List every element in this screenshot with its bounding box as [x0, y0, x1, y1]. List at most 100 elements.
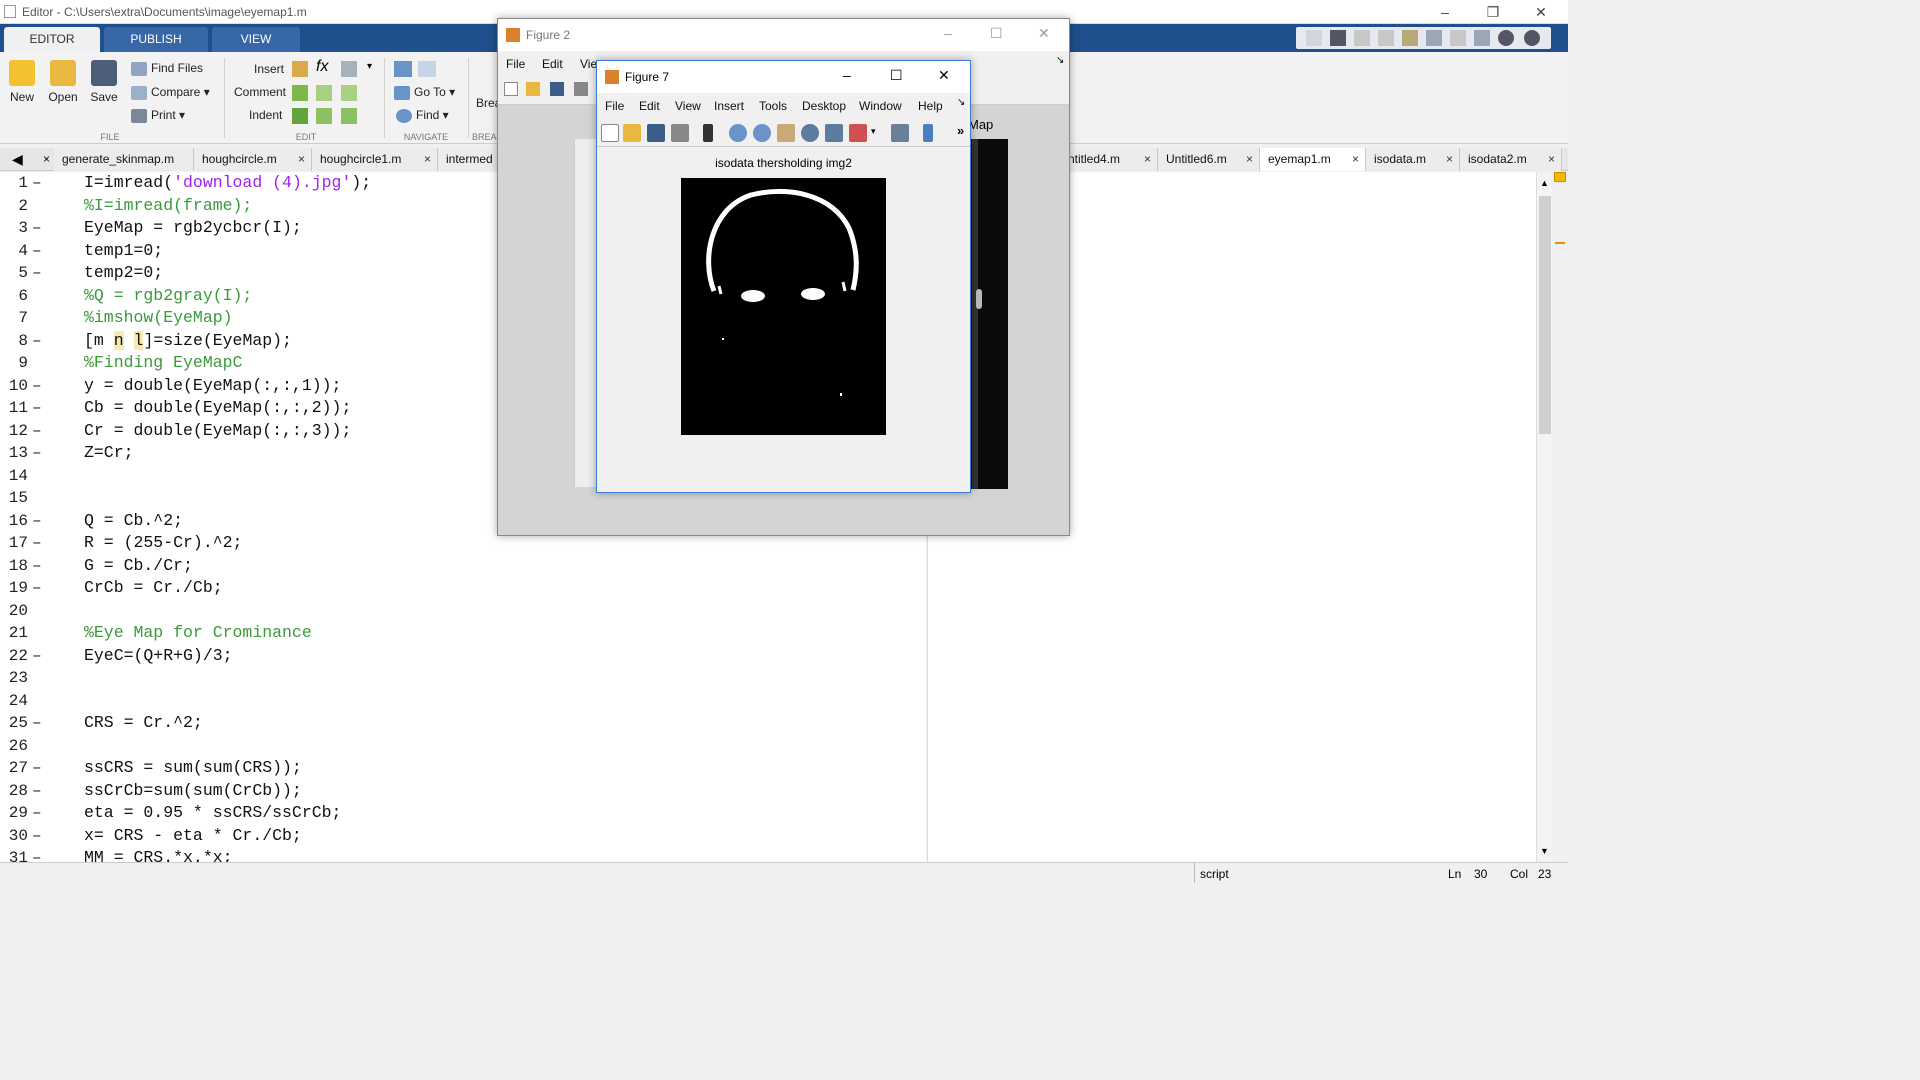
- restore-button[interactable]: ❐: [1470, 0, 1516, 24]
- breakpoint-dash[interactable]: –: [32, 849, 42, 862]
- help-icon[interactable]: [1498, 30, 1514, 46]
- insert-section-icon[interactable]: [292, 61, 308, 77]
- back-arrow-icon[interactable]: [394, 61, 412, 77]
- fx-icon[interactable]: fx: [316, 58, 328, 76]
- warning-marker[interactable]: [1555, 242, 1565, 244]
- line-number[interactable]: 30–: [0, 827, 44, 845]
- scroll-up-icon[interactable]: ▲: [1540, 178, 1549, 188]
- vertical-scrollbar[interactable]: ▲ ▼: [1536, 172, 1552, 862]
- link-plot-icon[interactable]: [891, 124, 909, 142]
- tab-view[interactable]: VIEW: [212, 27, 300, 52]
- menu-tools[interactable]: Tools: [759, 99, 787, 113]
- breakpoint-dash[interactable]: –: [32, 804, 42, 822]
- line-number[interactable]: 19–: [0, 579, 44, 597]
- line-number[interactable]: 11–: [0, 399, 44, 417]
- line-number[interactable]: 23: [0, 669, 44, 687]
- file-tab[interactable]: intermed: [438, 148, 498, 171]
- code-line[interactable]: x= CRS - eta * Cr./Cb;: [84, 826, 302, 845]
- print-button[interactable]: Print ▾: [131, 108, 185, 123]
- maximize-icon[interactable]: ☐: [890, 67, 903, 84]
- colorbar-icon[interactable]: [923, 124, 933, 142]
- breakpoint-dash[interactable]: –: [32, 399, 42, 417]
- cut-icon[interactable]: [1354, 30, 1370, 46]
- menu-file[interactable]: File: [605, 99, 624, 113]
- close-tab-icon[interactable]: ×: [424, 148, 431, 171]
- breakpoint-dash[interactable]: –: [32, 557, 42, 575]
- save-icon[interactable]: [550, 82, 564, 96]
- tab-editor[interactable]: EDITOR: [4, 27, 100, 52]
- find-files-button[interactable]: Find Files: [131, 61, 203, 76]
- decrease-indent-icon[interactable]: [316, 108, 332, 124]
- dock-arrow-icon[interactable]: ↘: [1056, 55, 1064, 66]
- menu-desktop[interactable]: Desktop: [802, 99, 846, 113]
- close-icon[interactable]: ✕: [1038, 25, 1050, 42]
- breakpoint-dash[interactable]: –: [32, 332, 42, 350]
- open-button[interactable]: Open: [43, 60, 83, 104]
- line-number[interactable]: 31–: [0, 849, 44, 862]
- go-to-button[interactable]: Go To ▾: [394, 85, 455, 100]
- new-figure-icon[interactable]: [601, 124, 619, 142]
- close-icon[interactable]: ✕: [938, 67, 950, 84]
- open-icon[interactable]: [526, 82, 540, 96]
- close-button[interactable]: ✕: [1518, 0, 1564, 24]
- line-number[interactable]: 6: [0, 287, 44, 305]
- data-cursor-icon[interactable]: [825, 124, 843, 142]
- line-number[interactable]: 13–: [0, 444, 44, 462]
- code-line[interactable]: I=imread('download (4).jpg');: [84, 173, 371, 192]
- code-line[interactable]: G = Cb./Cr;: [84, 556, 193, 575]
- menu-help[interactable]: Help: [918, 99, 943, 113]
- insert-function-icon[interactable]: [341, 61, 357, 77]
- menu-edit[interactable]: Edit: [639, 99, 660, 113]
- save-icon[interactable]: [1330, 30, 1346, 46]
- scroll-tabs-left-icon[interactable]: ◀: [12, 151, 23, 168]
- switch-windows-icon[interactable]: [1474, 30, 1490, 46]
- code-line[interactable]: Q = Cb.^2;: [84, 511, 183, 530]
- line-number[interactable]: 2: [0, 197, 44, 215]
- menu-insert[interactable]: Insert: [714, 99, 744, 113]
- close-tab-icon[interactable]: ×: [1246, 148, 1253, 171]
- breakpoint-dash[interactable]: –: [32, 174, 42, 192]
- line-number[interactable]: 22–: [0, 647, 44, 665]
- file-tab[interactable]: Untitled6.m ×: [1158, 148, 1260, 171]
- brush-icon[interactable]: [849, 124, 867, 142]
- copy-icon[interactable]: [1378, 30, 1394, 46]
- line-number[interactable]: 27–: [0, 759, 44, 777]
- indent-button[interactable]: Indent: [249, 108, 282, 122]
- line-number[interactable]: 1–: [0, 174, 44, 192]
- compare-button[interactable]: Compare ▾: [131, 85, 210, 100]
- toolbar-overflow-icon[interactable]: »: [957, 123, 964, 138]
- chevron-down-icon[interactable]: ▾: [367, 61, 372, 72]
- figure-2-titlebar[interactable]: Figure 2 – ☐ ✕: [498, 19, 1069, 51]
- breakpoint-dash[interactable]: –: [32, 827, 42, 845]
- smart-indent-icon[interactable]: [292, 108, 308, 124]
- code-line[interactable]: temp1=0;: [84, 241, 163, 260]
- increase-indent-icon[interactable]: [341, 108, 357, 124]
- minimize-icon[interactable]: –: [843, 67, 851, 83]
- wrap-comment-icon[interactable]: [341, 85, 357, 101]
- comment-button[interactable]: Comment: [234, 85, 286, 99]
- close-tab-icon[interactable]: ×: [1548, 148, 1555, 171]
- minimize-icon[interactable]: –: [944, 25, 952, 41]
- file-tab[interactable]: houghcircle.m ×: [194, 148, 312, 171]
- zoom-out-icon[interactable]: [753, 124, 771, 142]
- line-number[interactable]: 17–: [0, 534, 44, 552]
- menu-edit[interactable]: Edit: [542, 57, 563, 71]
- open-icon[interactable]: [623, 124, 641, 142]
- line-number[interactable]: 4–: [0, 242, 44, 260]
- percent-icon[interactable]: [292, 85, 308, 101]
- code-line[interactable]: Cr = double(EyeMap(:,:,3));: [84, 421, 351, 440]
- code-line[interactable]: temp2=0;: [84, 263, 163, 282]
- paste-icon[interactable]: [1402, 30, 1418, 46]
- file-tab[interactable]: isodata2.m ×: [1460, 148, 1562, 171]
- close-tab-icon[interactable]: ×: [1144, 148, 1151, 171]
- breakpoint-dash[interactable]: –: [32, 264, 42, 282]
- breakpoint-dash[interactable]: –: [32, 714, 42, 732]
- scroll-down-icon[interactable]: ▼: [1540, 846, 1549, 856]
- close-tab-icon[interactable]: ×: [43, 152, 50, 166]
- print-icon[interactable]: [574, 82, 588, 96]
- breakpoint-dash[interactable]: –: [32, 782, 42, 800]
- breakpoint-dash[interactable]: –: [32, 647, 42, 665]
- line-number[interactable]: 26: [0, 737, 44, 755]
- minimize-button[interactable]: –: [1422, 0, 1468, 24]
- file-tab[interactable]: houghcircle1.m ×: [312, 148, 438, 171]
